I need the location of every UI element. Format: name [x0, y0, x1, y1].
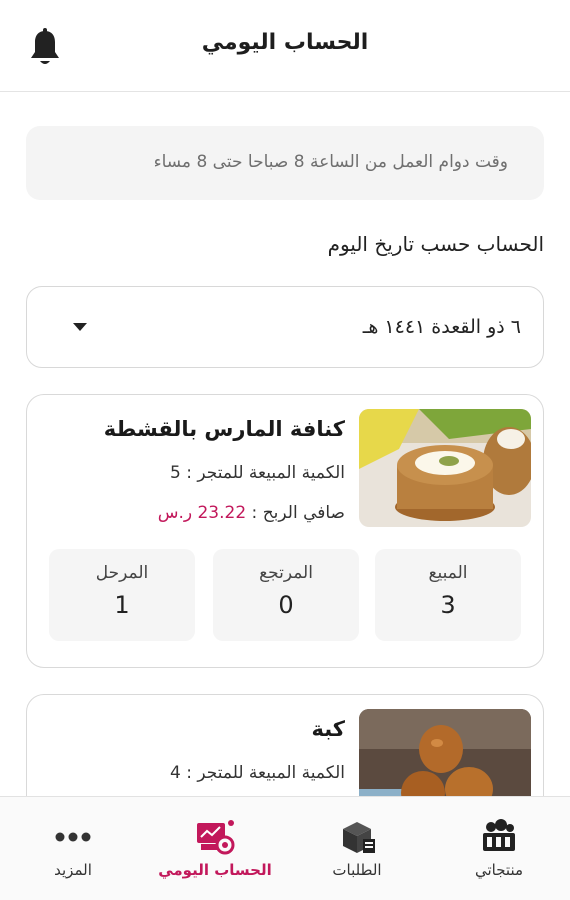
- nav-item-my-products[interactable]: منتجاتي: [428, 797, 570, 900]
- chevron-down-icon: [73, 323, 87, 331]
- product-name: كبة: [311, 717, 345, 741]
- stat-returned-label: المرتجع: [259, 563, 313, 583]
- section-label: الحساب حسب تاريخ اليوم: [327, 232, 544, 256]
- product-card[interactable]: كنافة المارس بالقشطة الكمية المبيعة للمت…: [26, 394, 544, 668]
- nav-item-daily-account[interactable]: الحساب اليومي: [144, 797, 286, 900]
- stat-returned-value: 0: [278, 591, 294, 619]
- nav-item-orders[interactable]: الطلبات: [286, 797, 428, 900]
- nav-label: الحساب اليومي: [158, 861, 272, 879]
- stat-carried-over: المرحل 1: [49, 549, 195, 641]
- app-header: الحساب اليومي: [0, 0, 570, 92]
- net-profit: صافي الربح : 23.22 ر.س: [158, 503, 345, 523]
- date-dropdown-value: ٦ ذو القعدة ١٤٤١ هـ: [362, 316, 521, 338]
- net-profit-value: 23.22 ر.س: [157, 503, 247, 523]
- sold-quantity: الكمية المبيعة للمتجر : 4: [170, 763, 345, 783]
- bottom-navigation: منتجاتي الطلبات الحساب اليومي المزيد: [0, 796, 570, 900]
- products-icon: [483, 819, 515, 851]
- stat-sold: المبيع 3: [375, 549, 521, 641]
- notification-bell-icon[interactable]: [28, 28, 62, 68]
- page-title: الحساب اليومي: [201, 30, 369, 55]
- net-profit-label: صافي الربح :: [246, 503, 345, 523]
- daily-account-icon: [197, 820, 235, 855]
- stat-sold-value: 3: [440, 591, 456, 619]
- nav-label: الطلبات: [332, 861, 382, 879]
- nav-item-more[interactable]: المزيد: [2, 797, 144, 900]
- more-dots-icon: [55, 832, 91, 842]
- orders-box-icon: [343, 822, 375, 853]
- date-dropdown[interactable]: ٦ ذو القعدة ١٤٤١ هـ: [26, 286, 544, 368]
- working-hours-notice: وقت دوام العمل من الساعة 8 صباحا حتى 8 م…: [26, 126, 544, 200]
- stat-carried-over-value: 1: [114, 591, 130, 619]
- sold-quantity: الكمية المبيعة للمتجر : 5: [170, 463, 345, 483]
- stat-carried-over-label: المرحل: [95, 563, 149, 583]
- nav-label: المزيد: [54, 861, 92, 879]
- product-image-kunafa: [359, 409, 531, 527]
- stat-sold-label: المبيع: [428, 563, 468, 583]
- product-name: كنافة المارس بالقشطة: [103, 417, 345, 441]
- stat-returned: المرتجع 0: [213, 549, 359, 641]
- nav-label: منتجاتي: [474, 861, 524, 879]
